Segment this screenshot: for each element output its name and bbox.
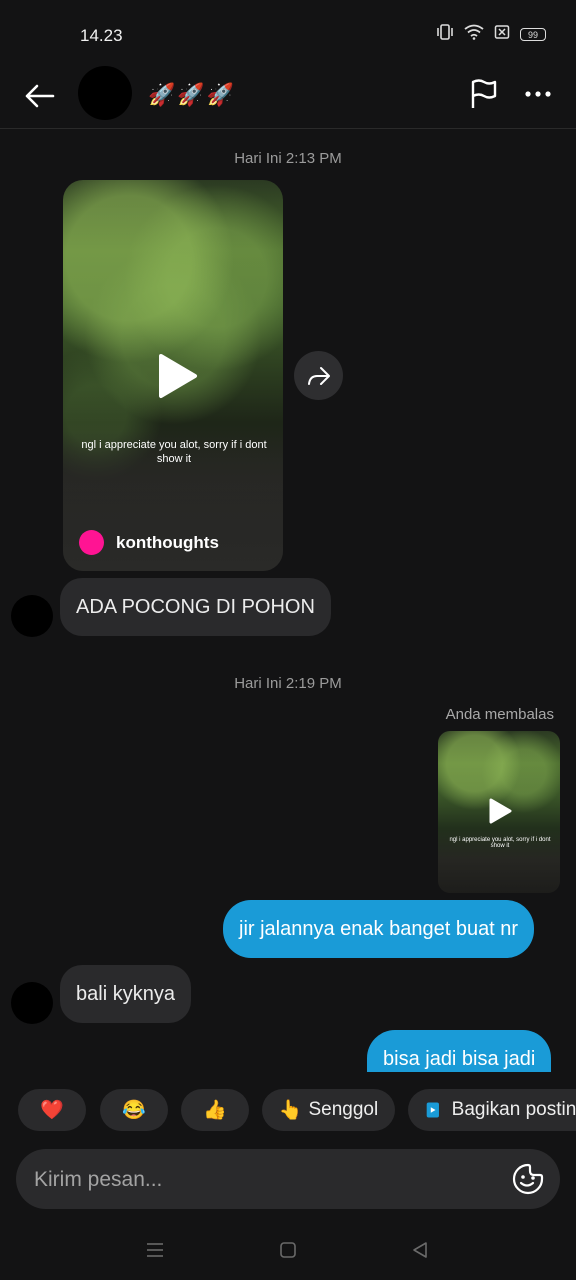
home-button[interactable] [276,1238,300,1262]
message-bubble-outgoing[interactable]: bisa jadi bisa jadi [367,1030,552,1072]
report-button[interactable] [466,74,502,114]
author-name: konthoughts [116,532,219,552]
sticker-icon[interactable] [512,1163,544,1195]
triangle-back-icon [413,1242,427,1258]
play-icon [489,798,512,824]
sender-avatar[interactable] [11,982,53,1024]
timestamp: Hari Ini 2:13 PM [234,150,342,167]
author-avatar [79,530,104,555]
message-bubble-incoming[interactable]: bali kyknya [60,965,191,1023]
flag-icon [471,79,497,108]
shared-reel[interactable]: ngl i appreciate you alot, sorry if i do… [63,180,283,571]
play-icon [159,354,197,398]
replied-reel-thumbnail[interactable]: ngl i appreciate you alot, sorry if i do… [438,731,560,893]
system-nav-bar [0,1230,576,1270]
more-options-button[interactable] [520,74,556,114]
react-heart-button[interactable]: ❤️ [18,1089,86,1131]
poke-button[interactable]: 👆 Senggol [262,1089,395,1131]
reply-label: Anda membalas [445,706,554,723]
wifi-icon [464,24,484,45]
contact-avatar[interactable] [78,66,132,120]
share-post-label: Bagikan postingan [451,1099,576,1120]
reel-author[interactable]: konthoughts [79,530,219,555]
vibrate-icon [436,24,454,45]
menu-icon [147,1243,163,1257]
battery-icon: 99 [520,28,546,41]
message-input[interactable] [32,1149,506,1211]
more-icon [525,91,551,97]
sender-avatar[interactable] [11,595,53,637]
status-time: 14.23 [80,26,123,45]
square-icon [280,1242,296,1258]
status-icons: 99 [436,24,546,45]
share-button[interactable] [294,351,343,400]
message-bubble-outgoing[interactable]: jir jalannya enak banget buat nr [223,900,535,958]
share-post-button[interactable]: Bagikan postingan [408,1089,576,1131]
poke-label: Senggol [308,1099,379,1120]
message-composer [16,1149,560,1211]
system-back-button[interactable] [408,1238,432,1262]
react-laugh-button[interactable]: 😂 [100,1089,168,1131]
quick-reply-bar: ❤️ 😂 👍 👆 Senggol Bagikan postingan [0,1085,576,1137]
timestamp: Hari Ini 2:19 PM [234,675,342,692]
react-thumbs-up-button[interactable]: 👍 [181,1089,249,1131]
pointing-hand-icon: 👆 [278,1100,303,1121]
share-arrow-icon [307,366,330,385]
back-button[interactable] [20,76,60,116]
message-bubble-incoming[interactable]: ADA POCONG DI POHON [60,578,331,636]
reel-caption: ngl i appreciate you alot, sorry if i do… [449,837,551,849]
sim-off-icon [494,24,510,45]
reel-icon [426,1102,439,1118]
contact-name[interactable]: 🚀🚀🚀 [148,82,236,108]
reel-caption: ngl i appreciate you alot, sorry if i do… [81,439,267,465]
arrow-left-icon [25,84,55,108]
recent-apps-button[interactable] [143,1238,167,1262]
status-bar: 14.23 99 [0,0,576,64]
chat-header: 🚀🚀🚀 [0,64,576,129]
